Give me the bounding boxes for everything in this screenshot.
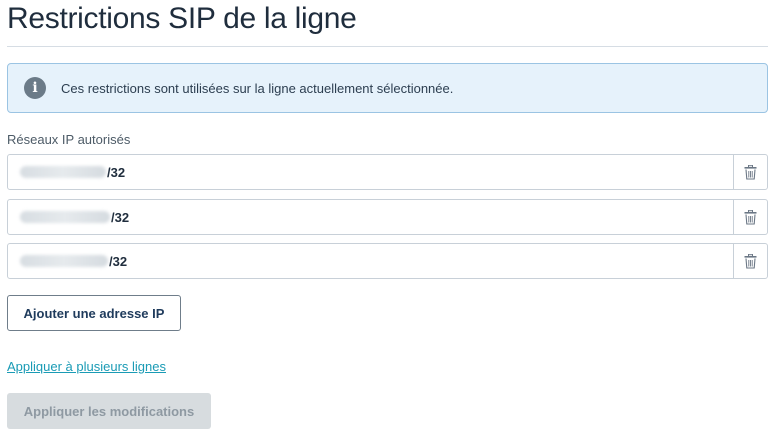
ip-mask-suffix: /32 xyxy=(109,253,128,269)
trash-icon xyxy=(744,253,757,269)
title-divider xyxy=(7,46,768,47)
apply-changes-button[interactable]: Appliquer les modifications xyxy=(7,393,211,429)
ip-row: /32 xyxy=(7,154,768,190)
ip-address-input[interactable]: /32 xyxy=(8,155,733,189)
ip-mask-suffix: /32 xyxy=(111,209,130,225)
ip-row: /32 xyxy=(7,243,768,279)
ip-address-input[interactable]: /32 xyxy=(8,244,733,278)
blurred-ip-address xyxy=(20,166,106,178)
info-banner: i Ces restrictions sont utilisées sur la… xyxy=(7,63,768,113)
delete-ip-button[interactable] xyxy=(733,244,767,278)
blurred-ip-address xyxy=(20,255,108,267)
info-icon: i xyxy=(24,77,46,99)
ip-row: /32 xyxy=(7,199,768,235)
ip-networks-label: Réseaux IP autorisés xyxy=(7,132,131,147)
trash-icon xyxy=(744,164,757,180)
add-ip-address-button[interactable]: Ajouter une adresse IP xyxy=(7,295,181,331)
page-title: Restrictions SIP de la ligne xyxy=(7,2,357,35)
apply-to-multiple-lines-link[interactable]: Appliquer à plusieurs lignes xyxy=(7,359,166,374)
info-banner-text: Ces restrictions sont utilisées sur la l… xyxy=(61,80,454,96)
ip-mask-suffix: /32 xyxy=(107,164,126,180)
blurred-ip-address xyxy=(20,211,110,223)
trash-icon xyxy=(744,209,757,225)
ip-address-input[interactable]: /32 xyxy=(8,200,733,234)
delete-ip-button[interactable] xyxy=(733,200,767,234)
delete-ip-button[interactable] xyxy=(733,155,767,189)
